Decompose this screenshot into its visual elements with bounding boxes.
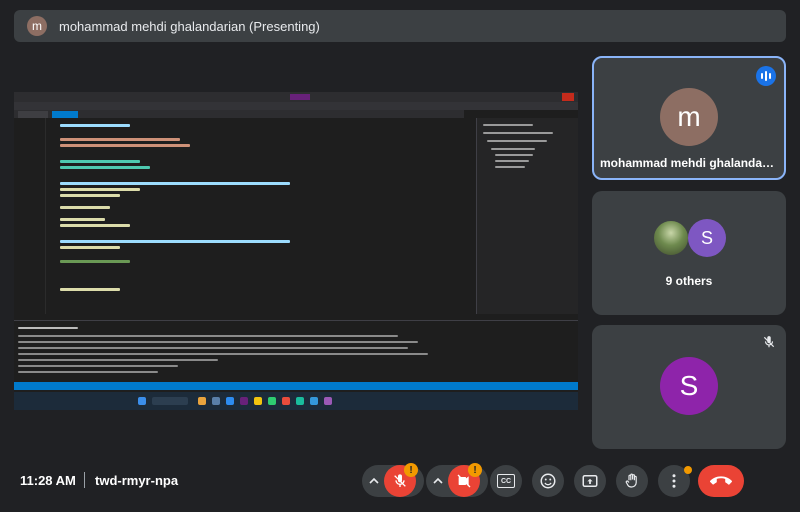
meeting-code[interactable]: twd-rmyr-npa <box>95 473 178 488</box>
captions-button[interactable]: CC <box>490 465 522 497</box>
others-count-label: 9 others <box>665 274 713 288</box>
participant-avatar: m <box>660 88 718 146</box>
code-line <box>60 260 130 263</box>
raise-hand-button[interactable] <box>616 465 648 497</box>
more-options-badge <box>684 466 692 474</box>
code-line <box>60 218 105 221</box>
leave-call-icon <box>710 476 732 485</box>
leave-call-button[interactable] <box>698 465 744 497</box>
ide-tab-active <box>52 111 78 118</box>
code-line <box>60 166 150 169</box>
chevron-up-icon[interactable] <box>432 475 444 487</box>
ide-tabs <box>14 110 464 118</box>
speaking-icon <box>756 66 776 86</box>
meeting-clock: 11:28 AM <box>20 473 76 488</box>
ide-statusbar <box>14 382 578 390</box>
ide-title-badge <box>290 94 310 100</box>
solution-explorer <box>476 118 578 314</box>
code-line <box>60 124 130 127</box>
code-line <box>60 188 140 191</box>
participant-tile-presenter[interactable]: m mohammad mehdi ghalandari... <box>592 56 786 180</box>
more-options-icon <box>672 474 676 488</box>
code-line <box>60 182 290 185</box>
ide-toolbar <box>14 102 578 110</box>
participant-avatar: S <box>660 357 718 415</box>
mic-warning-badge: ! <box>404 463 418 477</box>
code-line <box>60 194 120 197</box>
chevron-up-icon[interactable] <box>368 475 380 487</box>
participant-name: mohammad mehdi ghalandari... <box>600 156 781 170</box>
line-gutter <box>14 118 46 314</box>
code-editor <box>14 118 466 314</box>
emoji-icon <box>540 473 556 489</box>
participant-avatar: S <box>688 219 726 257</box>
participant-tile-others[interactable]: S 9 others <box>592 191 786 315</box>
footer-divider <box>84 472 85 488</box>
captions-icon: CC <box>497 474 515 488</box>
presenter-avatar: m <box>27 16 47 36</box>
mute-icon <box>763 336 775 348</box>
emoji-reaction-button[interactable] <box>532 465 564 497</box>
participant-photo-avatar <box>652 219 690 257</box>
presenter-banner: m mohammad mehdi ghalandarian (Presentin… <box>14 10 786 42</box>
raise-hand-icon <box>625 473 637 488</box>
code-line <box>60 246 120 249</box>
present-screen-button[interactable] <box>574 465 606 497</box>
ide-close-button <box>562 93 574 101</box>
camera-warning-badge: ! <box>468 463 482 477</box>
code-line <box>60 206 110 209</box>
present-icon <box>582 475 598 487</box>
code-line <box>60 160 140 163</box>
code-line <box>60 224 130 227</box>
code-line <box>60 144 190 147</box>
ide-tab <box>18 111 48 118</box>
code-line <box>60 240 290 243</box>
presenter-name: mohammad mehdi ghalandarian (Presenting) <box>59 18 320 34</box>
code-line <box>60 288 120 291</box>
shared-screen[interactable] <box>14 92 578 410</box>
output-panel <box>14 320 578 382</box>
ide-menubar <box>14 92 578 102</box>
code-line <box>60 138 180 141</box>
os-taskbar <box>14 392 578 410</box>
participant-tile-s[interactable]: S <box>592 325 786 449</box>
